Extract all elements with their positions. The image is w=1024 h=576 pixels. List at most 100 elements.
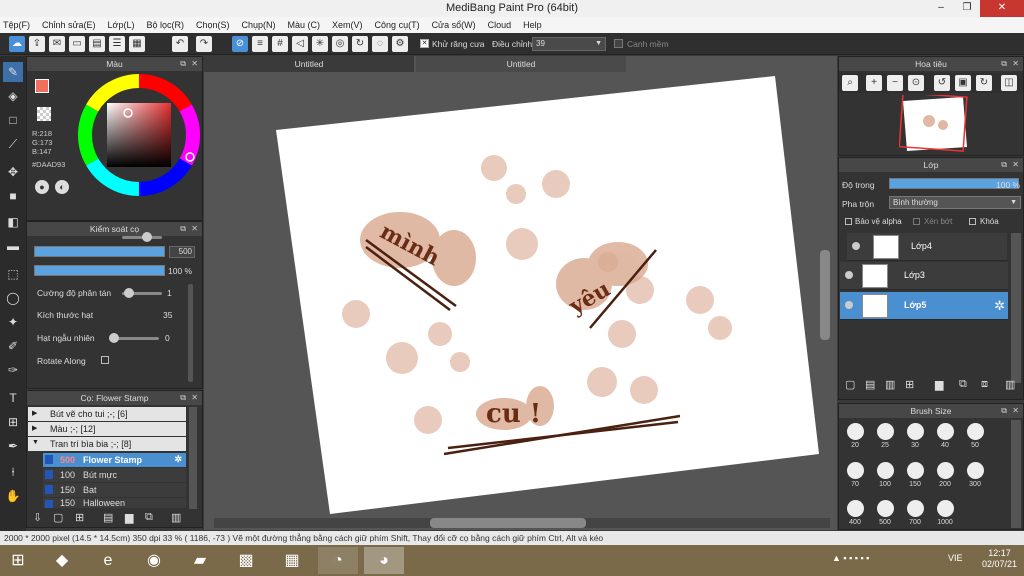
grid-icon[interactable]: ▦: [129, 36, 145, 52]
medibang-icon[interactable]: ◕: [364, 547, 404, 574]
brush-item[interactable]: 150 Halloween: [43, 498, 186, 508]
brush-file-icon[interactable]: ▤: [103, 511, 113, 524]
comment-icon[interactable]: ✉: [49, 36, 65, 52]
foreground-color-swatch[interactable]: [35, 79, 49, 93]
brush-size-preset[interactable]: 40: [931, 420, 959, 458]
new-layer-icon[interactable]: ▢: [845, 378, 855, 391]
brush-size-preset[interactable]: 150: [901, 459, 929, 497]
list-icon[interactable]: ☰: [109, 36, 125, 52]
transparent-swatch[interactable]: [37, 107, 51, 121]
bucket-tool-icon[interactable]: ◧: [3, 212, 23, 232]
drawing-canvas[interactable]: mình yêu cu !: [204, 72, 837, 530]
protect-alpha-checkbox[interactable]: [845, 218, 852, 225]
snap-parallel-icon[interactable]: ≡: [252, 36, 268, 52]
clock[interactable]: 12:17 02/07/21: [982, 548, 1017, 570]
tab-untitled-1[interactable]: Untitled: [204, 56, 414, 72]
brush-size-value[interactable]: 500: [169, 246, 195, 258]
move-tool-icon[interactable]: ✥: [3, 162, 23, 182]
scrollbar[interactable]: [1011, 233, 1021, 383]
redo-icon[interactable]: ↷: [196, 36, 212, 52]
new-halftone-layer-icon[interactable]: ▤: [865, 378, 875, 391]
cloud-icon[interactable]: ☁: [9, 36, 25, 52]
minimize-button[interactable]: –: [928, 0, 954, 17]
expand-icon[interactable]: ⧉: [1001, 57, 1007, 71]
close-icon[interactable]: ✕: [1012, 404, 1019, 418]
divide-tool-icon[interactable]: ⊞: [3, 412, 23, 432]
add-layer-menu-icon[interactable]: ⊞: [905, 378, 914, 391]
rotate-along-checkbox[interactable]: [101, 356, 109, 364]
clipping-checkbox[interactable]: [913, 218, 920, 225]
blend-mode-select[interactable]: Bình thường ▼: [889, 196, 1021, 209]
folder-icon[interactable]: ▆: [935, 378, 943, 391]
expand-icon[interactable]: ⧉: [1001, 158, 1007, 172]
brush-size-preset[interactable]: 25: [871, 420, 899, 458]
app-icon[interactable]: ◔: [318, 547, 358, 574]
antialias-checkbox[interactable]: ✕: [420, 39, 429, 48]
menu-select[interactable]: Chọn(S): [196, 20, 230, 30]
explorer-icon[interactable]: ▰: [180, 547, 220, 574]
rotate-right-icon[interactable]: ↻: [976, 75, 992, 91]
menu-layer[interactable]: Lớp(L): [108, 20, 135, 30]
snap-radial-icon[interactable]: ✳: [312, 36, 328, 52]
visibility-icon[interactable]: [852, 242, 860, 250]
close-icon[interactable]: ✕: [191, 57, 198, 71]
color-wheel[interactable]: [77, 73, 201, 197]
particle-size-slider[interactable]: [122, 232, 162, 242]
snap-perspective-icon[interactable]: ◁: [292, 36, 308, 52]
menu-edit[interactable]: Chỉnh sửa(E): [42, 20, 96, 30]
scrollbar[interactable]: [188, 284, 193, 382]
layer-item[interactable]: Lớp3: [840, 262, 1008, 290]
snap-circle-icon[interactable]: ◎: [332, 36, 348, 52]
chrome-icon[interactable]: ◉: [134, 547, 174, 574]
brush-group[interactable]: ▶ Màu ;-; [12]: [28, 422, 186, 436]
brush-size-preset[interactable]: 1000: [931, 497, 959, 529]
menu-cloud[interactable]: Cloud: [488, 20, 512, 30]
brush-add-menu-icon[interactable]: ⊞: [75, 511, 84, 524]
zoom-fit-icon[interactable]: ⌕: [842, 75, 858, 91]
export-icon[interactable]: ⇪: [29, 36, 45, 52]
layer-item-selected[interactable]: Lớp5 ✲: [840, 292, 1008, 320]
canvas-area[interactable]: Untitled Untitled mình yêu cu !: [204, 56, 837, 530]
eyedropper-icon[interactable]: ⍿: [3, 462, 23, 482]
scrollbar[interactable]: [1011, 420, 1021, 528]
new-1bit-layer-icon[interactable]: ▥: [885, 378, 895, 391]
brush-size-preset[interactable]: 400: [841, 497, 869, 529]
brush-size-preset[interactable]: 300: [961, 459, 989, 497]
flip-icon[interactable]: ◫: [1001, 75, 1017, 91]
navigator-preview[interactable]: [899, 95, 969, 155]
palette-icon[interactable]: ●: [35, 180, 49, 194]
close-button[interactable]: ✕: [980, 0, 1024, 17]
menu-snap[interactable]: Chụp(N): [242, 20, 276, 30]
menu-tools[interactable]: Công cụ(T): [375, 20, 420, 30]
duplicate-icon[interactable]: ⧉: [145, 511, 153, 524]
brush-size-preset[interactable]: 100: [871, 459, 899, 497]
language-indicator[interactable]: VIE: [948, 553, 963, 563]
vertical-scrollbar[interactable]: [820, 250, 830, 340]
gear-icon[interactable]: ✲: [174, 454, 182, 465]
line-tool-icon[interactable]: ⟋: [3, 134, 23, 154]
zoom-actual-icon[interactable]: ⊙: [908, 75, 924, 91]
expand-icon[interactable]: ⧉: [180, 391, 186, 405]
settings-icon[interactable]: ⚙: [392, 36, 408, 52]
brush-size-preset[interactable]: 700: [901, 497, 929, 529]
fit-window-icon[interactable]: ▣: [955, 75, 971, 91]
fill-rect-tool-icon[interactable]: ■: [3, 186, 23, 206]
new-brush-icon[interactable]: ▢: [53, 511, 63, 524]
brush-item[interactable]: 150 Bat: [43, 483, 186, 497]
trash-icon[interactable]: ▥: [171, 511, 181, 524]
trash-icon[interactable]: ▥: [1005, 378, 1015, 391]
rotate-left-icon[interactable]: ↺: [934, 75, 950, 91]
brush-group[interactable]: ▼ Tran trí bìa bia ;-; [8]: [28, 437, 186, 451]
visibility-icon[interactable]: [845, 301, 853, 309]
brush-group[interactable]: ▶ Bút vẽ cho tui ;-; [6]: [28, 407, 186, 421]
undo-icon[interactable]: ↶: [172, 36, 188, 52]
select-eraser-icon[interactable]: ✑: [3, 360, 23, 380]
brush-size-preset[interactable]: 30: [901, 420, 929, 458]
lasso-tool-icon[interactable]: ◯: [3, 288, 23, 308]
tray-icons[interactable]: ▲ ▪ ▪ ▪ ▪ ▪: [832, 553, 869, 563]
snap-off-icon[interactable]: ⊘: [232, 36, 248, 52]
app-icon[interactable]: ▦: [272, 547, 312, 574]
expand-icon[interactable]: ⧉: [1001, 404, 1007, 418]
brush-item-selected[interactable]: 500 Flower Stamp ✲: [43, 453, 186, 467]
scatter-slider[interactable]: [122, 288, 162, 298]
